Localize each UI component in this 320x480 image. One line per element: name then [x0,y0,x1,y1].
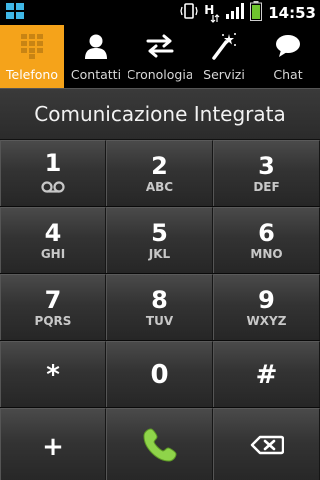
dialpad-icon [20,31,44,61]
tab-label: Cronologia [128,67,192,82]
key-0[interactable]: 0 [106,341,213,407]
tab-bar: Telefono Contatti Cronologia Servizi Cha… [0,25,320,88]
key-1[interactable]: 1 [0,140,106,206]
call-button[interactable] [106,408,213,480]
battery-icon [250,0,263,25]
chat-bubble-icon [275,31,301,61]
tab-label: Servizi [203,67,245,82]
magic-wand-icon [211,31,237,61]
key-letters: DEF [253,180,280,194]
key-letters: WXYZ [246,314,287,328]
key-hash[interactable]: # [213,341,320,407]
key-7[interactable]: 7 PQRS [0,274,106,340]
key-letters: ABC [145,180,174,194]
vibrate-icon [180,2,198,24]
key-9[interactable]: 9 WXYZ [213,274,320,340]
key-plus[interactable]: + [0,408,106,480]
tab-label: Contatti [70,67,122,82]
status-bar: H 14:53 [0,0,320,25]
phone-handset-icon [140,425,180,469]
voicemail-icon [41,178,65,197]
page-title: Comunicazione Integrata [34,102,286,126]
key-letters: MNO [250,247,283,261]
key-digit: 9 [258,286,275,314]
backspace-icon [250,435,284,459]
swap-arrows-icon [145,31,175,61]
key-star[interactable]: * [0,341,106,407]
contact-icon [84,31,108,61]
dialer-title-bar: Comunicazione Integrata [0,88,320,140]
key-digit: 2 [151,152,168,180]
tab-servizi[interactable]: Servizi [192,25,256,88]
app-grid-icon [6,3,26,25]
tab-label: Chat [273,67,303,82]
backspace-button[interactable] [213,408,320,480]
key-2[interactable]: 2 ABC [106,140,213,206]
key-letters: JKL [148,247,171,261]
clock: 14:53 [268,3,316,22]
key-letters: GHI [40,247,66,261]
key-digit: + [42,431,64,462]
key-digit: 1 [44,149,62,177]
key-digit: # [255,359,278,390]
tab-chat[interactable]: Chat [256,25,320,88]
hsdpa-data-icon: H [204,3,220,23]
tab-contatti[interactable]: Contatti [64,25,128,88]
key-digit: 8 [151,286,168,314]
key-digit: 6 [258,219,275,247]
signal-icon [226,2,245,23]
key-6[interactable]: 6 MNO [213,207,320,273]
key-digit: 3 [258,152,275,180]
key-3[interactable]: 3 DEF [213,140,320,206]
key-8[interactable]: 8 TUV [106,274,213,340]
key-4[interactable]: 4 GHI [0,207,106,273]
key-digit: 5 [151,219,168,247]
tab-label: Telefono [6,67,58,82]
dialpad: 1 2 ABC 3 DEF 4 GHI 5 JKL 6 MNO 7 PQRS 8… [0,140,320,480]
key-letters: PQRS [34,314,72,328]
key-letters: TUV [145,314,174,328]
tab-telefono[interactable]: Telefono [0,25,64,88]
key-5[interactable]: 5 JKL [106,207,213,273]
key-digit: 4 [44,219,62,247]
tab-cronologia[interactable]: Cronologia [128,25,192,88]
key-digit: 0 [150,359,169,390]
key-digit: * [46,359,60,390]
key-digit: 7 [44,286,62,314]
